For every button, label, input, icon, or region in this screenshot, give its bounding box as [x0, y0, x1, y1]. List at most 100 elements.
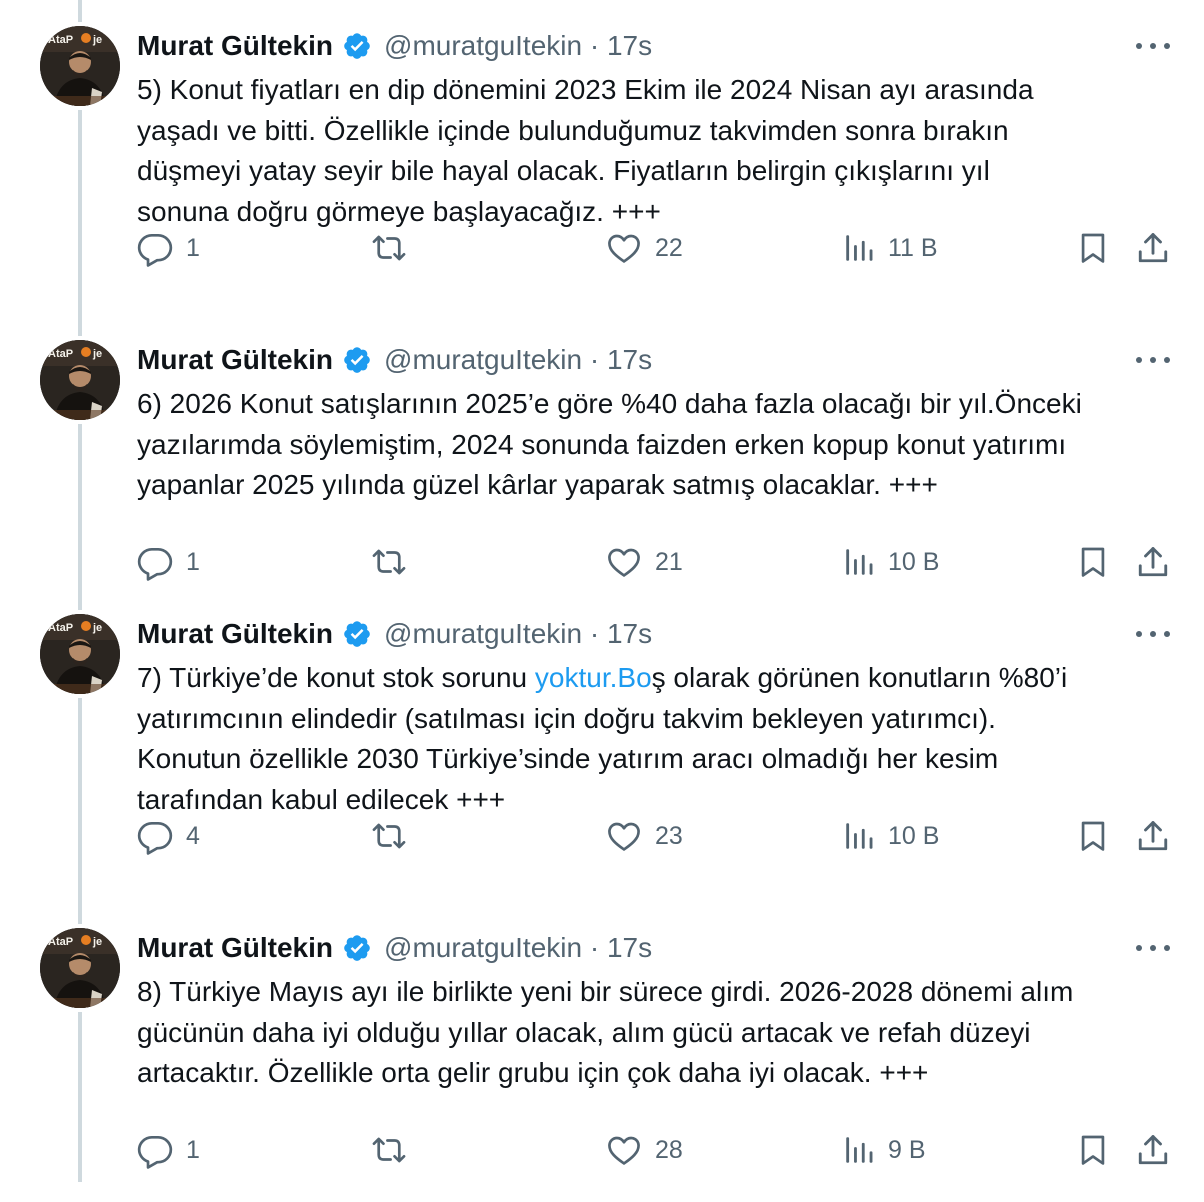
comment-bubble-icon: [136, 1131, 174, 1169]
heart-icon: [605, 543, 643, 581]
author-name[interactable]: Murat Gültekin: [137, 30, 333, 62]
svg-text:je: je: [92, 936, 102, 948]
bookmark-button[interactable]: [1076, 542, 1110, 582]
bookmark-icon: [1076, 1131, 1110, 1169]
tweet-actions: 4 23 10 B: [0, 816, 1204, 856]
author-handle-and-time[interactable]: @muratguItekin · 17s: [384, 932, 652, 964]
verified-badge-icon: [342, 345, 372, 375]
more-options-button[interactable]: [1136, 936, 1170, 960]
tweet-text-segment: 6) 2026 Konut satışlarının 2025’e göre %…: [137, 388, 1082, 500]
retweet-button[interactable]: [370, 228, 420, 268]
like-count: 22: [655, 233, 683, 262]
reply-count: 1: [186, 547, 200, 576]
retweet-button[interactable]: [370, 542, 420, 582]
like-button[interactable]: 22: [605, 228, 683, 268]
more-options-button[interactable]: [1136, 34, 1170, 58]
reply-button[interactable]: 1: [136, 542, 200, 582]
retweet-button[interactable]: [370, 816, 420, 856]
tweet-link[interactable]: yoktur.Bo: [535, 662, 652, 693]
share-button[interactable]: [1135, 1130, 1171, 1170]
tweet-header: Murat Gültekin @muratguItekin · 17s: [137, 28, 652, 64]
retweet-arrows-icon: [370, 229, 408, 267]
svg-text:AtaP: AtaP: [48, 936, 73, 948]
like-button[interactable]: 28: [605, 1130, 683, 1170]
bookmark-icon: [1076, 543, 1110, 581]
bookmark-icon: [1076, 229, 1110, 267]
bar-chart-icon: [842, 817, 876, 855]
share-button[interactable]: [1135, 542, 1171, 582]
tweet-text-segment: 5) Konut fiyatları en dip dönemini 2023 …: [137, 74, 1034, 227]
author-name[interactable]: Murat Gültekin: [137, 344, 333, 376]
retweet-arrows-icon: [370, 543, 408, 581]
views-button[interactable]: 10 B: [842, 542, 939, 582]
verified-badge-icon: [342, 933, 372, 963]
avatar[interactable]: AtaP je: [40, 928, 120, 1008]
comment-bubble-icon: [136, 817, 174, 855]
tweet[interactable]: AtaP je Murat Gültekin @muratguItekin · 17s…: [0, 0, 1204, 300]
bookmark-button[interactable]: [1076, 228, 1110, 268]
retweet-arrows-icon: [370, 1131, 408, 1169]
like-count: 23: [655, 821, 683, 850]
svg-text:AtaP: AtaP: [48, 34, 73, 46]
tweet-actions: 1 21 10 B: [0, 542, 1204, 582]
tweet[interactable]: AtaP je Murat Gültekin @muratguItekin · 17s…: [0, 902, 1204, 1202]
retweet-arrows-icon: [370, 817, 408, 855]
reply-button[interactable]: 1: [136, 228, 200, 268]
comment-bubble-icon: [136, 543, 174, 581]
share-button[interactable]: [1135, 816, 1171, 856]
bar-chart-icon: [842, 229, 876, 267]
tweet[interactable]: AtaP je Murat Gültekin @muratguItekin · 17s…: [0, 314, 1204, 614]
reply-button[interactable]: 4: [136, 816, 200, 856]
svg-text:je: je: [92, 348, 102, 360]
author-handle-and-time[interactable]: @muratguItekin · 17s: [384, 344, 652, 376]
author-handle-and-time[interactable]: @muratguItekin · 17s: [384, 30, 652, 62]
three-dots-icon: [1136, 357, 1142, 363]
author-name[interactable]: Murat Gültekin: [137, 932, 333, 964]
tweet-actions: 1 28 9 B: [0, 1130, 1204, 1170]
views-button[interactable]: 9 B: [842, 1130, 926, 1170]
avatar[interactable]: AtaP je: [40, 26, 120, 106]
svg-text:je: je: [92, 622, 102, 634]
tweet-header: Murat Gültekin @muratguItekin · 17s: [137, 616, 652, 652]
views-button[interactable]: 10 B: [842, 816, 939, 856]
avatar[interactable]: AtaP je: [40, 614, 120, 694]
avatar[interactable]: AtaP je: [40, 340, 120, 420]
share-upload-icon: [1135, 229, 1171, 267]
verified-badge-icon: [342, 31, 372, 61]
bar-chart-icon: [842, 1131, 876, 1169]
bookmark-button[interactable]: [1076, 816, 1110, 856]
svg-text:AtaP: AtaP: [48, 348, 73, 360]
tweet-text-segment: 7) Türkiye’de konut stok sorunu: [137, 662, 535, 693]
bar-chart-icon: [842, 543, 876, 581]
tweet-text: 5) Konut fiyatları en dip dönemini 2023 …: [137, 70, 1182, 232]
more-options-button[interactable]: [1136, 622, 1170, 646]
tweet-text-segment: 8) Türkiye Mayıs ayı ile birlikte yeni b…: [137, 976, 1074, 1088]
like-button[interactable]: 23: [605, 816, 683, 856]
heart-icon: [605, 817, 643, 855]
like-count: 21: [655, 547, 683, 576]
three-dots-icon: [1136, 43, 1142, 49]
reply-count: 1: [186, 1135, 200, 1164]
views-button[interactable]: 11 B: [842, 228, 938, 268]
bookmark-button[interactable]: [1076, 1130, 1110, 1170]
share-button[interactable]: [1135, 228, 1171, 268]
tweet-text: 6) 2026 Konut satışlarının 2025’e göre %…: [137, 384, 1182, 506]
view-count: 9 B: [888, 1135, 926, 1164]
three-dots-icon: [1136, 631, 1142, 637]
more-options-button[interactable]: [1136, 348, 1170, 372]
reply-count: 1: [186, 233, 200, 262]
tweet-text: 7) Türkiye’de konut stok sorunu yoktur.B…: [137, 658, 1182, 820]
verified-badge-icon: [342, 619, 372, 649]
svg-text:AtaP: AtaP: [48, 622, 73, 634]
reply-button[interactable]: 1: [136, 1130, 200, 1170]
like-button[interactable]: 21: [605, 542, 683, 582]
tweet-header: Murat Gültekin @muratguItekin · 17s: [137, 930, 652, 966]
view-count: 11 B: [888, 233, 938, 262]
heart-icon: [605, 1131, 643, 1169]
author-name[interactable]: Murat Gültekin: [137, 618, 333, 650]
retweet-button[interactable]: [370, 1130, 420, 1170]
like-count: 28: [655, 1135, 683, 1164]
author-handle-and-time[interactable]: @muratguItekin · 17s: [384, 618, 652, 650]
tweet[interactable]: AtaP je Murat Gültekin @muratguItekin · 17s…: [0, 588, 1204, 888]
comment-bubble-icon: [136, 229, 174, 267]
